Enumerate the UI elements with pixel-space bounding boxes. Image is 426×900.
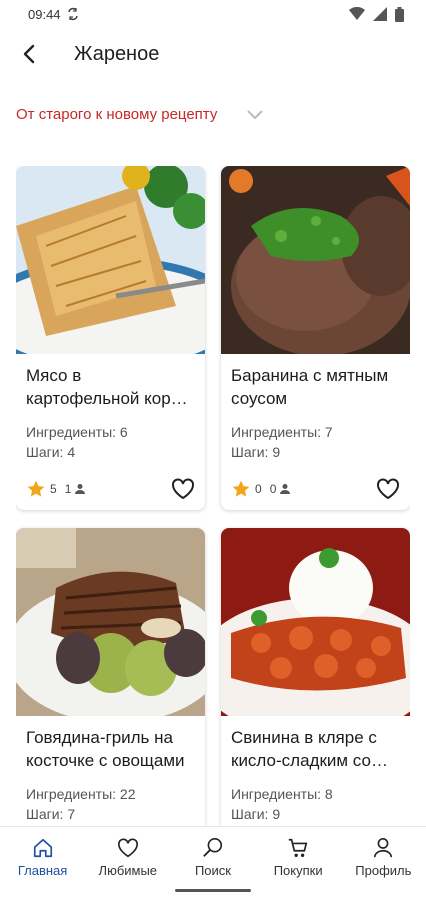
nav-search-label: Поиск [194,863,231,878]
nav-purchases-label: Покупки [273,863,323,878]
recipe-card[interactable]: Говядина-гриль на косточке с овощами Инг… [16,528,205,826]
page-title: Жареное [74,42,160,65]
bottom-navigation: Главная Любимые Поиск Покупки Профиль [0,826,426,900]
nav-favorites-label: Любимые [98,863,158,878]
recipe-title: Свинина в кляре с кисло-сладким со… [231,728,388,770]
steps-count: Шаги: 4 [26,444,76,460]
nav-purchases[interactable]: Покупки [258,837,338,900]
recipe-title: Баранина с мятным соусом [231,366,389,408]
recipe-grid: Мясо в картофельной кор… Ингредиенты: 6 … [16,166,410,826]
nav-profile-label: Профиль [355,863,412,878]
rating-value: 0 [255,482,262,496]
sort-label: От старого к новому рецепту [16,106,218,123]
heart-icon[interactable] [376,478,400,500]
star-icon [232,480,250,497]
steps-count: Шаги: 9 [231,806,281,822]
card-footer: 0 0 [231,478,400,500]
ingredients-count: Ингредиенты: 22 [26,786,136,802]
wifi-icon [349,7,365,20]
status-bar: 09:44 [0,0,426,28]
cart-icon [288,838,308,857]
recipe-title: Говядина-гриль на косточке с овощами [26,728,185,770]
ingredients-count: Ингредиенты: 6 [26,424,128,440]
person-icon [374,838,393,858]
person-icon [280,484,291,494]
nav-profile[interactable]: Профиль [343,837,423,900]
steps-count: Шаги: 7 [26,806,76,822]
back-button[interactable] [10,34,50,74]
rating-value: 5 [50,482,57,496]
recipe-photo [221,166,410,354]
arrow-back-icon [23,44,35,64]
ingredients-count: Ингредиенты: 7 [231,424,333,440]
chevron-down-icon [247,109,264,119]
star-icon [27,480,45,497]
nav-favorites[interactable]: Любимые [88,837,168,900]
battery-icon [395,6,404,22]
app-bar: Жареное [0,30,426,78]
recipe-photo [221,528,410,716]
search-icon [203,838,223,857]
recipe-photo [16,528,205,716]
ratings-count: 1 [64,482,72,496]
ingredients-count: Ингредиенты: 8 [231,786,333,802]
steps-count: Шаги: 9 [231,444,281,460]
gesture-bar [175,889,251,892]
nav-home-label: Главная [17,863,68,878]
status-time: 09:44 [28,6,61,22]
sync-icon [67,7,78,21]
recipe-card[interactable]: Баранина с мятным соусом Ингредиенты: 7 … [221,166,410,510]
signal-icon [373,7,387,21]
sort-dropdown[interactable]: От старого к новому рецепту [16,106,264,123]
heart-icon [117,838,138,858]
card-footer: 5 1 [26,478,195,500]
recipe-card[interactable]: Свинина в кляре с кисло-сладким со… Ингр… [221,528,410,826]
ratings-count: 0 [269,482,277,496]
nav-home[interactable]: Главная [3,837,83,900]
recipe-photo [16,166,205,354]
recipe-card[interactable]: Мясо в картофельной кор… Ингредиенты: 6 … [16,166,205,510]
person-icon [75,484,86,494]
home-icon [33,838,52,858]
recipe-title: Мясо в картофельной кор… [26,366,188,408]
heart-icon[interactable] [171,478,195,500]
